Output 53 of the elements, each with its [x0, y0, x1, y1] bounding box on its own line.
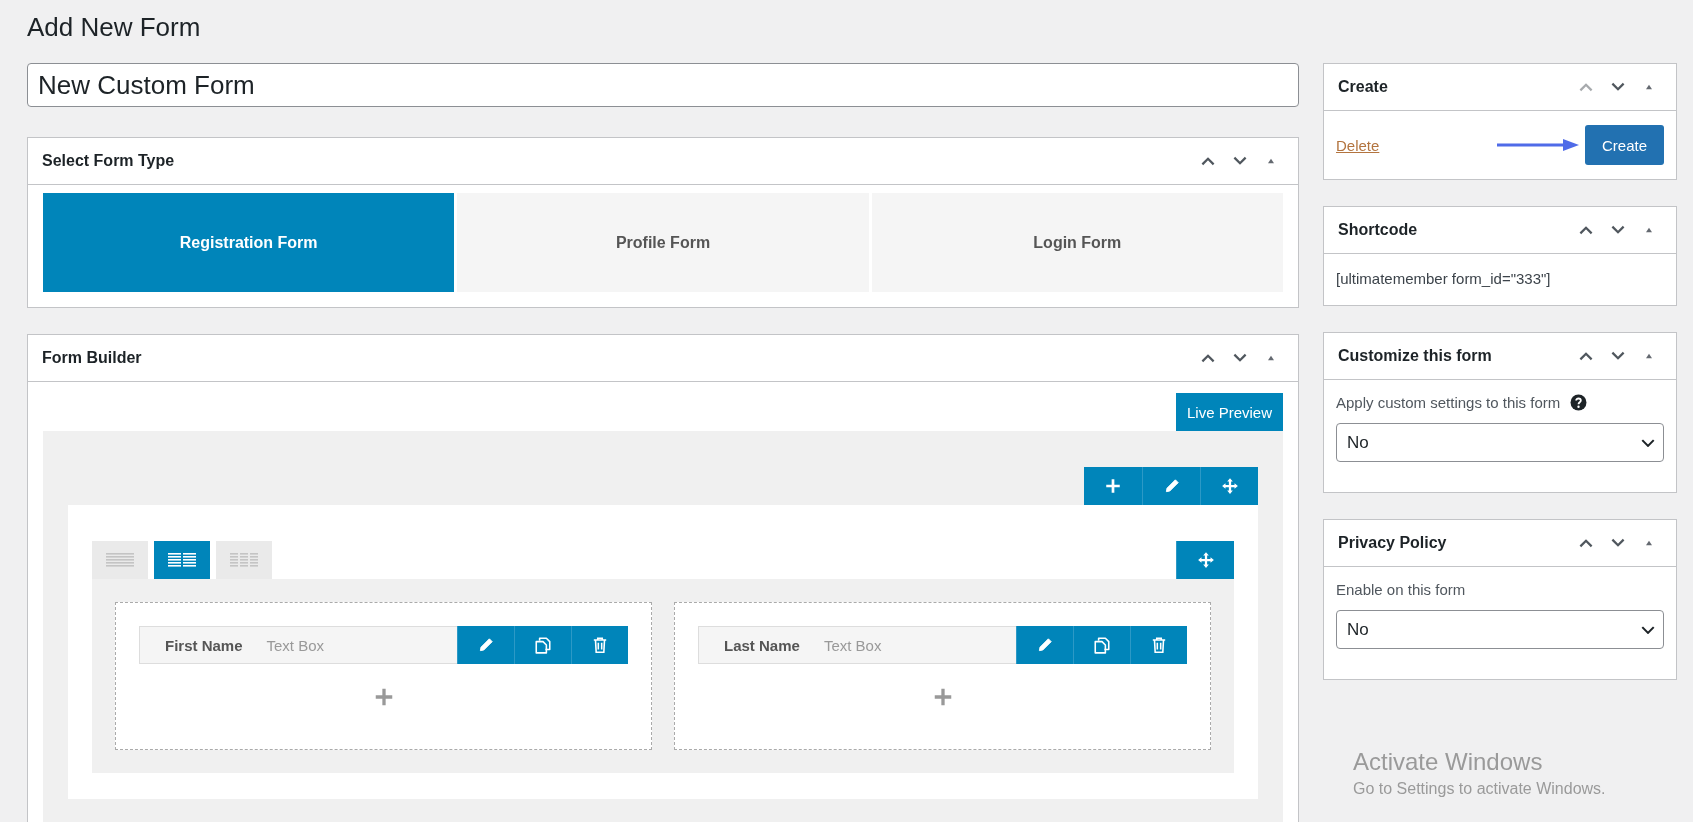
activation-notice-text: Go to Settings to activate Windows.	[1353, 780, 1606, 798]
field-type: Text Box	[823, 636, 882, 654]
move-section-button[interactable]	[1176, 541, 1234, 579]
form-type-tab[interactable]: Registration Form	[43, 193, 455, 292]
live-preview-button[interactable]: Live Preview	[1175, 393, 1283, 431]
panel-title: Customize this form	[1338, 347, 1493, 365]
move-icon	[1196, 551, 1215, 569]
caret-icon	[1641, 625, 1655, 634]
field-item[interactable]: Last Name Text Box	[698, 626, 1016, 664]
setting-label: Enable on this form	[1336, 581, 1466, 598]
pencil-icon	[477, 636, 495, 654]
add-row-button[interactable]	[1084, 467, 1142, 505]
panel-title: Select Form Type	[42, 152, 176, 170]
copy-icon	[534, 636, 552, 654]
edit-row-button[interactable]	[1142, 467, 1200, 505]
edit-field-button[interactable]	[457, 626, 514, 664]
panel-title: Privacy Policy	[1338, 534, 1448, 552]
plus-icon	[1104, 477, 1122, 495]
form-type-tab[interactable]: Profile Form	[457, 193, 869, 292]
delete-field-button[interactable]	[571, 626, 628, 664]
duplicate-field-button[interactable]	[1073, 626, 1130, 664]
setting-label: Apply custom settings to this form	[1336, 394, 1561, 411]
field-label: First Name	[165, 636, 243, 654]
column-layout-tab[interactable]	[154, 541, 210, 579]
columns-icon	[106, 553, 134, 567]
create-button[interactable]: Create	[1584, 125, 1664, 165]
edit-field-button[interactable]	[1016, 626, 1073, 664]
form-title-field[interactable]: New Custom Form	[27, 63, 1299, 107]
columns-icon	[230, 553, 258, 567]
field-label: Last Name	[724, 636, 800, 654]
panel-title: Shortcode	[1338, 221, 1419, 239]
delete-link[interactable]: Delete	[1336, 136, 1380, 154]
pencil-icon	[1036, 636, 1054, 654]
copy-icon	[1093, 636, 1111, 654]
caret-icon	[1641, 438, 1655, 447]
dropdown[interactable]: No	[1336, 423, 1664, 462]
panel-title: Form Builder	[42, 349, 143, 367]
trash-icon	[1150, 636, 1168, 654]
duplicate-field-button[interactable]	[514, 626, 571, 664]
form-type-tab[interactable]: Login Form	[871, 193, 1283, 292]
field-item[interactable]: First Name Text Box	[139, 626, 457, 664]
move-icon	[1220, 477, 1239, 495]
columns-icon	[168, 553, 196, 567]
trash-icon	[591, 636, 609, 654]
move-row-button[interactable]	[1200, 467, 1258, 505]
delete-field-button[interactable]	[1130, 626, 1187, 664]
dropdown[interactable]: No	[1336, 610, 1664, 649]
panel-title: Create	[1338, 78, 1389, 96]
field-type: Text Box	[266, 636, 325, 654]
help-icon	[1570, 394, 1588, 411]
shortcode-text: [ultimatemember form_id="333"]	[1335, 269, 1552, 289]
activation-notice-title: Activate Windows	[1353, 748, 1544, 776]
page-title: Add New Form	[27, 11, 202, 44]
